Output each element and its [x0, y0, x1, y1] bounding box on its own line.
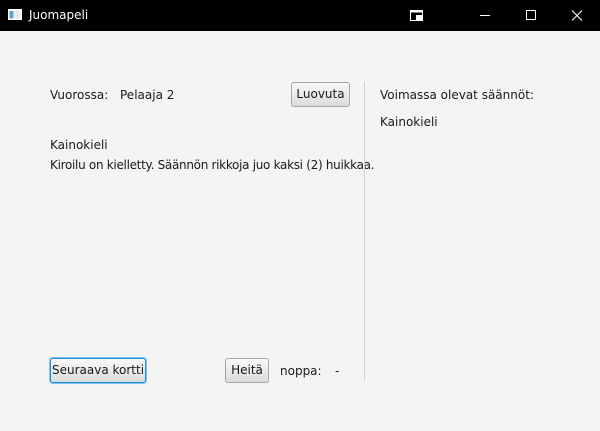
app-icon	[8, 9, 22, 20]
panel-divider	[364, 82, 365, 381]
maximize-button[interactable]	[508, 0, 554, 31]
give-up-button[interactable]: Luovuta	[291, 82, 350, 107]
dice-label: noppa:	[280, 364, 322, 378]
throw-dice-button[interactable]: Heitä	[225, 358, 269, 383]
cast-icon	[410, 10, 423, 21]
minimize-icon	[480, 15, 490, 16]
close-button[interactable]	[554, 0, 600, 31]
turn-label: Vuorossa:	[50, 88, 109, 102]
maximize-icon	[526, 10, 536, 20]
dice-value: -	[335, 364, 340, 378]
cast-button[interactable]	[393, 0, 439, 31]
title-bar: Juomapeli	[0, 0, 600, 31]
card-title: Kainokieli	[50, 138, 108, 152]
window-title: Juomapeli	[29, 8, 89, 22]
current-player: Pelaaja 2	[120, 88, 175, 102]
next-card-button[interactable]: Seuraava kortti	[50, 358, 146, 383]
close-icon	[571, 10, 583, 21]
minimize-button[interactable]	[462, 0, 508, 31]
rule-item: Kainokieli	[380, 115, 438, 129]
card-text: Kiroilu on kielletty. Säännön rikkoja ju…	[50, 158, 375, 172]
rules-title: Voimassa olevat säännöt:	[380, 88, 534, 102]
